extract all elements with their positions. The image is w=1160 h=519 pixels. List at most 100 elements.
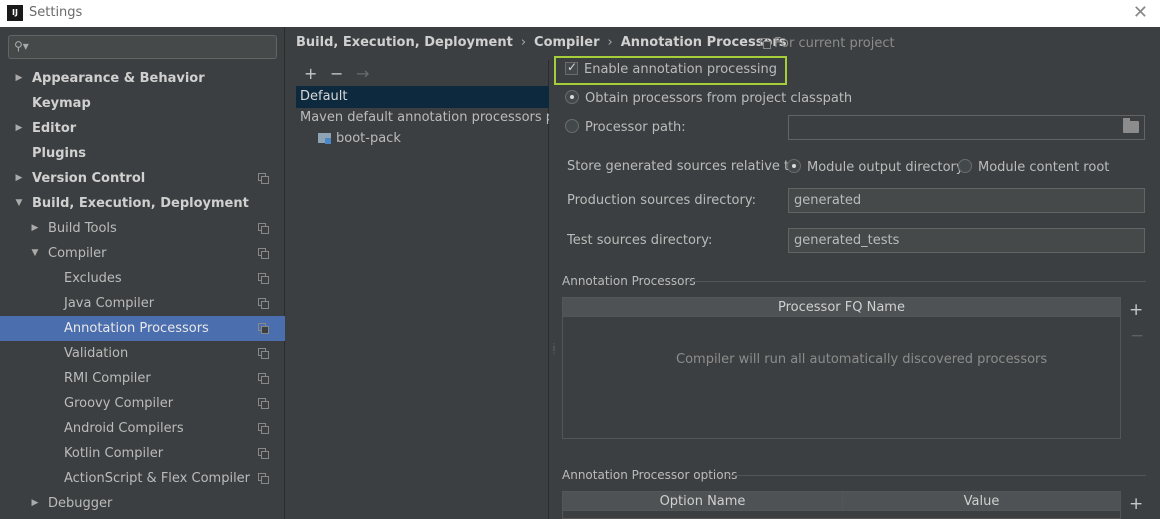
- copy-icon: [258, 373, 269, 384]
- sidebar-item[interactable]: ▶ Debugger: [0, 491, 285, 516]
- sidebar-item[interactable]: ▶ Appearance & Behavior: [0, 66, 285, 91]
- add-processor-button[interactable]: +: [1129, 300, 1143, 320]
- profile-default[interactable]: Default: [296, 86, 549, 108]
- splitter-handle[interactable]: ⋮ ⋮: [550, 343, 558, 359]
- profile-module-boot-pack[interactable]: boot-pack: [296, 128, 549, 150]
- project-scope-icon: [258, 398, 269, 409]
- sidebar-item-label: Validation: [64, 346, 129, 361]
- move-profile-button[interactable]: →: [356, 64, 369, 83]
- copy-icon: [258, 298, 269, 309]
- processor-options-section-title: Annotation Processor options: [562, 468, 738, 482]
- profiles-panel: + − → Default Maven default annotation p…: [296, 60, 549, 519]
- radio-icon: [565, 119, 579, 133]
- chevron-right-icon[interactable]: ▶: [29, 491, 41, 516]
- sidebar-item[interactable]: RMI Compiler: [0, 366, 285, 391]
- chevron-down-icon[interactable]: ▼: [29, 241, 41, 266]
- module-label: boot-pack: [336, 131, 401, 146]
- project-scope-icon: [258, 473, 269, 484]
- scope-label: For current project: [774, 36, 895, 51]
- sidebar-item[interactable]: Groovy Compiler: [0, 391, 285, 416]
- processor-path-input[interactable]: [788, 115, 1145, 140]
- sidebar-item-label: ActionScript & Flex Compiler: [64, 471, 251, 486]
- sidebar-item[interactable]: ▶ Editor: [0, 116, 285, 141]
- checkbox-icon: [565, 60, 578, 75]
- sidebar-item[interactable]: Excludes: [0, 266, 285, 291]
- sidebar-item[interactable]: ▼ Compiler: [0, 241, 285, 266]
- sidebar-item[interactable]: Android Compilers: [0, 416, 285, 441]
- copy-icon: [258, 423, 269, 434]
- chevron-right-icon[interactable]: ▶: [13, 166, 25, 191]
- sidebar-item[interactable]: Java Compiler: [0, 291, 285, 316]
- sidebar-item[interactable]: Plugins: [0, 141, 285, 166]
- processors-table[interactable]: Processor FQ Name Compiler will run all …: [562, 297, 1121, 439]
- project-scope-icon: [258, 348, 269, 359]
- sidebar-item[interactable]: Keymap: [0, 91, 285, 116]
- add-profile-button[interactable]: +: [304, 64, 317, 83]
- copy-icon: [258, 398, 269, 409]
- search-input[interactable]: ⚲▾: [8, 35, 277, 59]
- radio-icon: [565, 90, 579, 104]
- project-scope-icon: [258, 173, 269, 184]
- scope-hint: For current project: [760, 36, 895, 51]
- breadcrumb-separator: ›: [607, 35, 613, 50]
- copy-icon: [258, 273, 269, 284]
- sidebar-item-label: Kotlin Compiler: [64, 446, 164, 461]
- copy-icon: [258, 173, 269, 184]
- chevron-right-icon[interactable]: ▶: [13, 66, 25, 91]
- chevron-down-icon[interactable]: ▼: [13, 191, 25, 216]
- sidebar-item[interactable]: ▼ Build, Execution, Deployment: [0, 191, 285, 216]
- obtain-from-classpath-radio[interactable]: Obtain processors from project classpath: [565, 90, 852, 106]
- radio-icon: [958, 159, 972, 173]
- project-scope-icon: [258, 273, 269, 284]
- settings-sidebar: ⚲▾ ▶ Appearance & Behavior Keymap ▶ Editor Pl…: [0, 27, 285, 519]
- processor-options-table[interactable]: Option Name Value: [562, 491, 1121, 519]
- module-folder-icon: [318, 133, 331, 144]
- copy-icon: [258, 323, 269, 334]
- obtain-label: Obtain processors from project classpath: [585, 91, 853, 106]
- remove-processor-button[interactable]: −: [1130, 326, 1144, 346]
- processor-path-label: Processor path:: [585, 120, 686, 135]
- copy-icon: [258, 473, 269, 484]
- option-value-column[interactable]: Value: [843, 492, 1120, 511]
- module-content-root-label: Module content root: [978, 160, 1110, 175]
- project-scope-icon: [258, 298, 269, 309]
- sidebar-item-label: Groovy Compiler: [64, 396, 174, 411]
- sidebar-item[interactable]: ▶ Version Control: [0, 166, 285, 191]
- production-sources-value: generated: [794, 193, 862, 208]
- chevron-right-icon[interactable]: ▶: [29, 216, 41, 241]
- sidebar-item-label: Plugins: [32, 146, 86, 161]
- remove-profile-button[interactable]: −: [330, 64, 343, 83]
- breadcrumb-separator: ›: [520, 35, 527, 50]
- processor-fq-name-column[interactable]: Processor FQ Name: [563, 298, 1120, 317]
- profile-label: Maven default annotation processors prof…: [300, 110, 549, 125]
- project-scope-icon: [760, 38, 771, 49]
- production-sources-label: Production sources directory:: [567, 193, 756, 208]
- enable-label: Enable annotation processing: [584, 62, 777, 77]
- section-divider: [727, 475, 1146, 476]
- close-icon[interactable]: ✕: [1133, 2, 1148, 23]
- module-content-root-radio[interactable]: Module content root: [958, 159, 1109, 175]
- enable-annotation-processing-checkbox[interactable]: Enable annotation processing: [565, 60, 777, 77]
- test-sources-value: generated_tests: [794, 233, 900, 248]
- sidebar-item-label: Editor: [32, 121, 77, 136]
- folder-browse-icon[interactable]: [1123, 118, 1139, 133]
- profile-maven-default[interactable]: Maven default annotation processors prof…: [296, 107, 549, 129]
- processor-path-radio[interactable]: Processor path:: [565, 119, 686, 135]
- production-sources-input[interactable]: generated: [788, 188, 1145, 213]
- processors-empty-message: Compiler will run all automatically disc…: [676, 352, 1048, 367]
- radio-icon: [787, 159, 801, 173]
- sidebar-item[interactable]: ▶ Build Tools: [0, 216, 285, 241]
- option-name-column[interactable]: Option Name: [563, 492, 843, 511]
- test-sources-input[interactable]: generated_tests: [788, 228, 1145, 253]
- module-output-radio[interactable]: Module output directory: [787, 159, 964, 175]
- add-option-button[interactable]: +: [1129, 494, 1143, 514]
- chevron-right-icon[interactable]: ▶: [13, 116, 25, 141]
- window-title: Settings: [29, 5, 83, 20]
- sidebar-item[interactable]: Kotlin Compiler: [0, 441, 285, 466]
- sidebar-item-label: Appearance & Behavior: [32, 71, 205, 86]
- sidebar-item[interactable]: Annotation Processors: [0, 316, 285, 341]
- sidebar-item-label: Build, Execution, Deployment: [32, 196, 249, 211]
- sidebar-item[interactable]: Validation: [0, 341, 285, 366]
- copy-icon: [258, 223, 269, 234]
- sidebar-item[interactable]: ActionScript & Flex Compiler: [0, 466, 285, 491]
